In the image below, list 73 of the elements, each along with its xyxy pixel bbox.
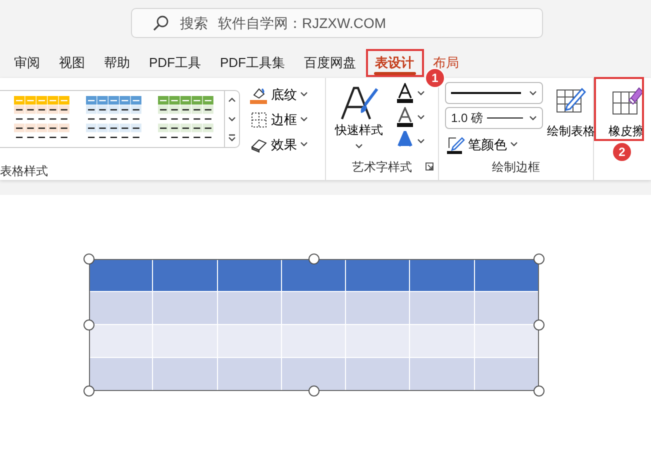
- draw-table-button[interactable]: 绘制表格: [543, 82, 595, 158]
- table-cell: [410, 292, 475, 325]
- table-cell: [218, 358, 282, 391]
- ribbon-tab[interactable]: PDF工具集: [211, 49, 295, 77]
- table-cell: [89, 325, 154, 358]
- table-cell: [89, 292, 154, 325]
- borders-button[interactable]: 边框: [246, 107, 325, 132]
- table-cell: [410, 325, 475, 358]
- table-cell: [346, 292, 410, 325]
- ribbon-tab[interactable]: 帮助: [95, 49, 140, 77]
- paint-bucket-icon: [250, 86, 268, 104]
- table-cell: [346, 259, 410, 292]
- ribbon-tab[interactable]: 审阅: [5, 49, 50, 77]
- resize-handle[interactable]: [534, 386, 544, 396]
- table-cell: [282, 292, 346, 325]
- search-icon: [152, 14, 170, 32]
- table-cell: [218, 259, 282, 292]
- grid-eraser-icon: [610, 86, 642, 116]
- line-weight-value: 1.0 磅: [451, 110, 484, 127]
- shading-button[interactable]: 底纹: [246, 82, 325, 107]
- border-icon: [250, 110, 268, 128]
- resize-handle[interactable]: [308, 386, 320, 396]
- table-cell: [153, 292, 218, 325]
- resize-handle[interactable]: [84, 254, 94, 264]
- table-cell: [346, 358, 410, 391]
- table-cell: [218, 292, 282, 325]
- ribbon-tab[interactable]: 百度网盘: [295, 49, 366, 77]
- line-style-dropdown[interactable]: [445, 82, 543, 104]
- table-cell: [153, 259, 218, 292]
- quick-styles-button[interactable]: 快速样式: [332, 81, 386, 158]
- table-cell: [282, 358, 346, 391]
- search-field[interactable]: 搜索 软件自学网：RJZXW.COM: [131, 8, 543, 38]
- pen-icon: [447, 136, 465, 154]
- table-cell: [474, 259, 539, 292]
- letter-icon: [396, 83, 414, 103]
- table-cell: [153, 325, 218, 358]
- table-cell: [474, 325, 539, 358]
- resize-handle[interactable]: [534, 254, 544, 264]
- caret-icon: [228, 97, 236, 104]
- group-label: 绘制边框: [491, 159, 541, 176]
- table-cell: [410, 259, 475, 292]
- resize-handle[interactable]: [308, 254, 320, 264]
- table-cell: [282, 325, 346, 358]
- pen-color-button[interactable]: 笔颜色: [445, 132, 543, 157]
- dialog-launcher-icon[interactable]: [425, 162, 434, 171]
- search-text: 软件自学网：RJZXW.COM: [218, 14, 386, 32]
- highlight-frame: [594, 77, 644, 141]
- table-cell: [410, 358, 475, 391]
- ribbon-tab[interactable]: PDF工具: [140, 49, 211, 77]
- caret-icon: [228, 116, 236, 122]
- resize-handle[interactable]: [84, 320, 94, 330]
- table-cell: [346, 325, 410, 358]
- effects-button[interactable]: 效果: [246, 132, 325, 157]
- expand-icon: [228, 134, 236, 142]
- group-label: 表格样式: [0, 163, 49, 180]
- table-cell: [218, 325, 282, 358]
- letter-icon: [396, 107, 414, 127]
- resize-handle[interactable]: [534, 320, 544, 330]
- table-cell: [89, 358, 154, 391]
- table-cell: [282, 259, 346, 292]
- table-cell: [153, 358, 218, 391]
- group-label: 艺术字样式: [352, 159, 412, 176]
- search-label: 搜索: [180, 14, 208, 32]
- ribbon-tab[interactable]: 视图: [50, 49, 95, 77]
- ribbon-tab[interactable]: 表设计: [366, 49, 424, 77]
- table-cell: [474, 292, 539, 325]
- table-cell: [89, 259, 154, 292]
- line-sample-icon: [487, 116, 524, 120]
- resize-handle[interactable]: [84, 386, 94, 396]
- line-weight-dropdown[interactable]: 1.0 磅: [445, 107, 543, 129]
- letter-brush-icon: [339, 85, 379, 121]
- solid-line-icon: [451, 91, 521, 95]
- table-cell: [474, 358, 539, 391]
